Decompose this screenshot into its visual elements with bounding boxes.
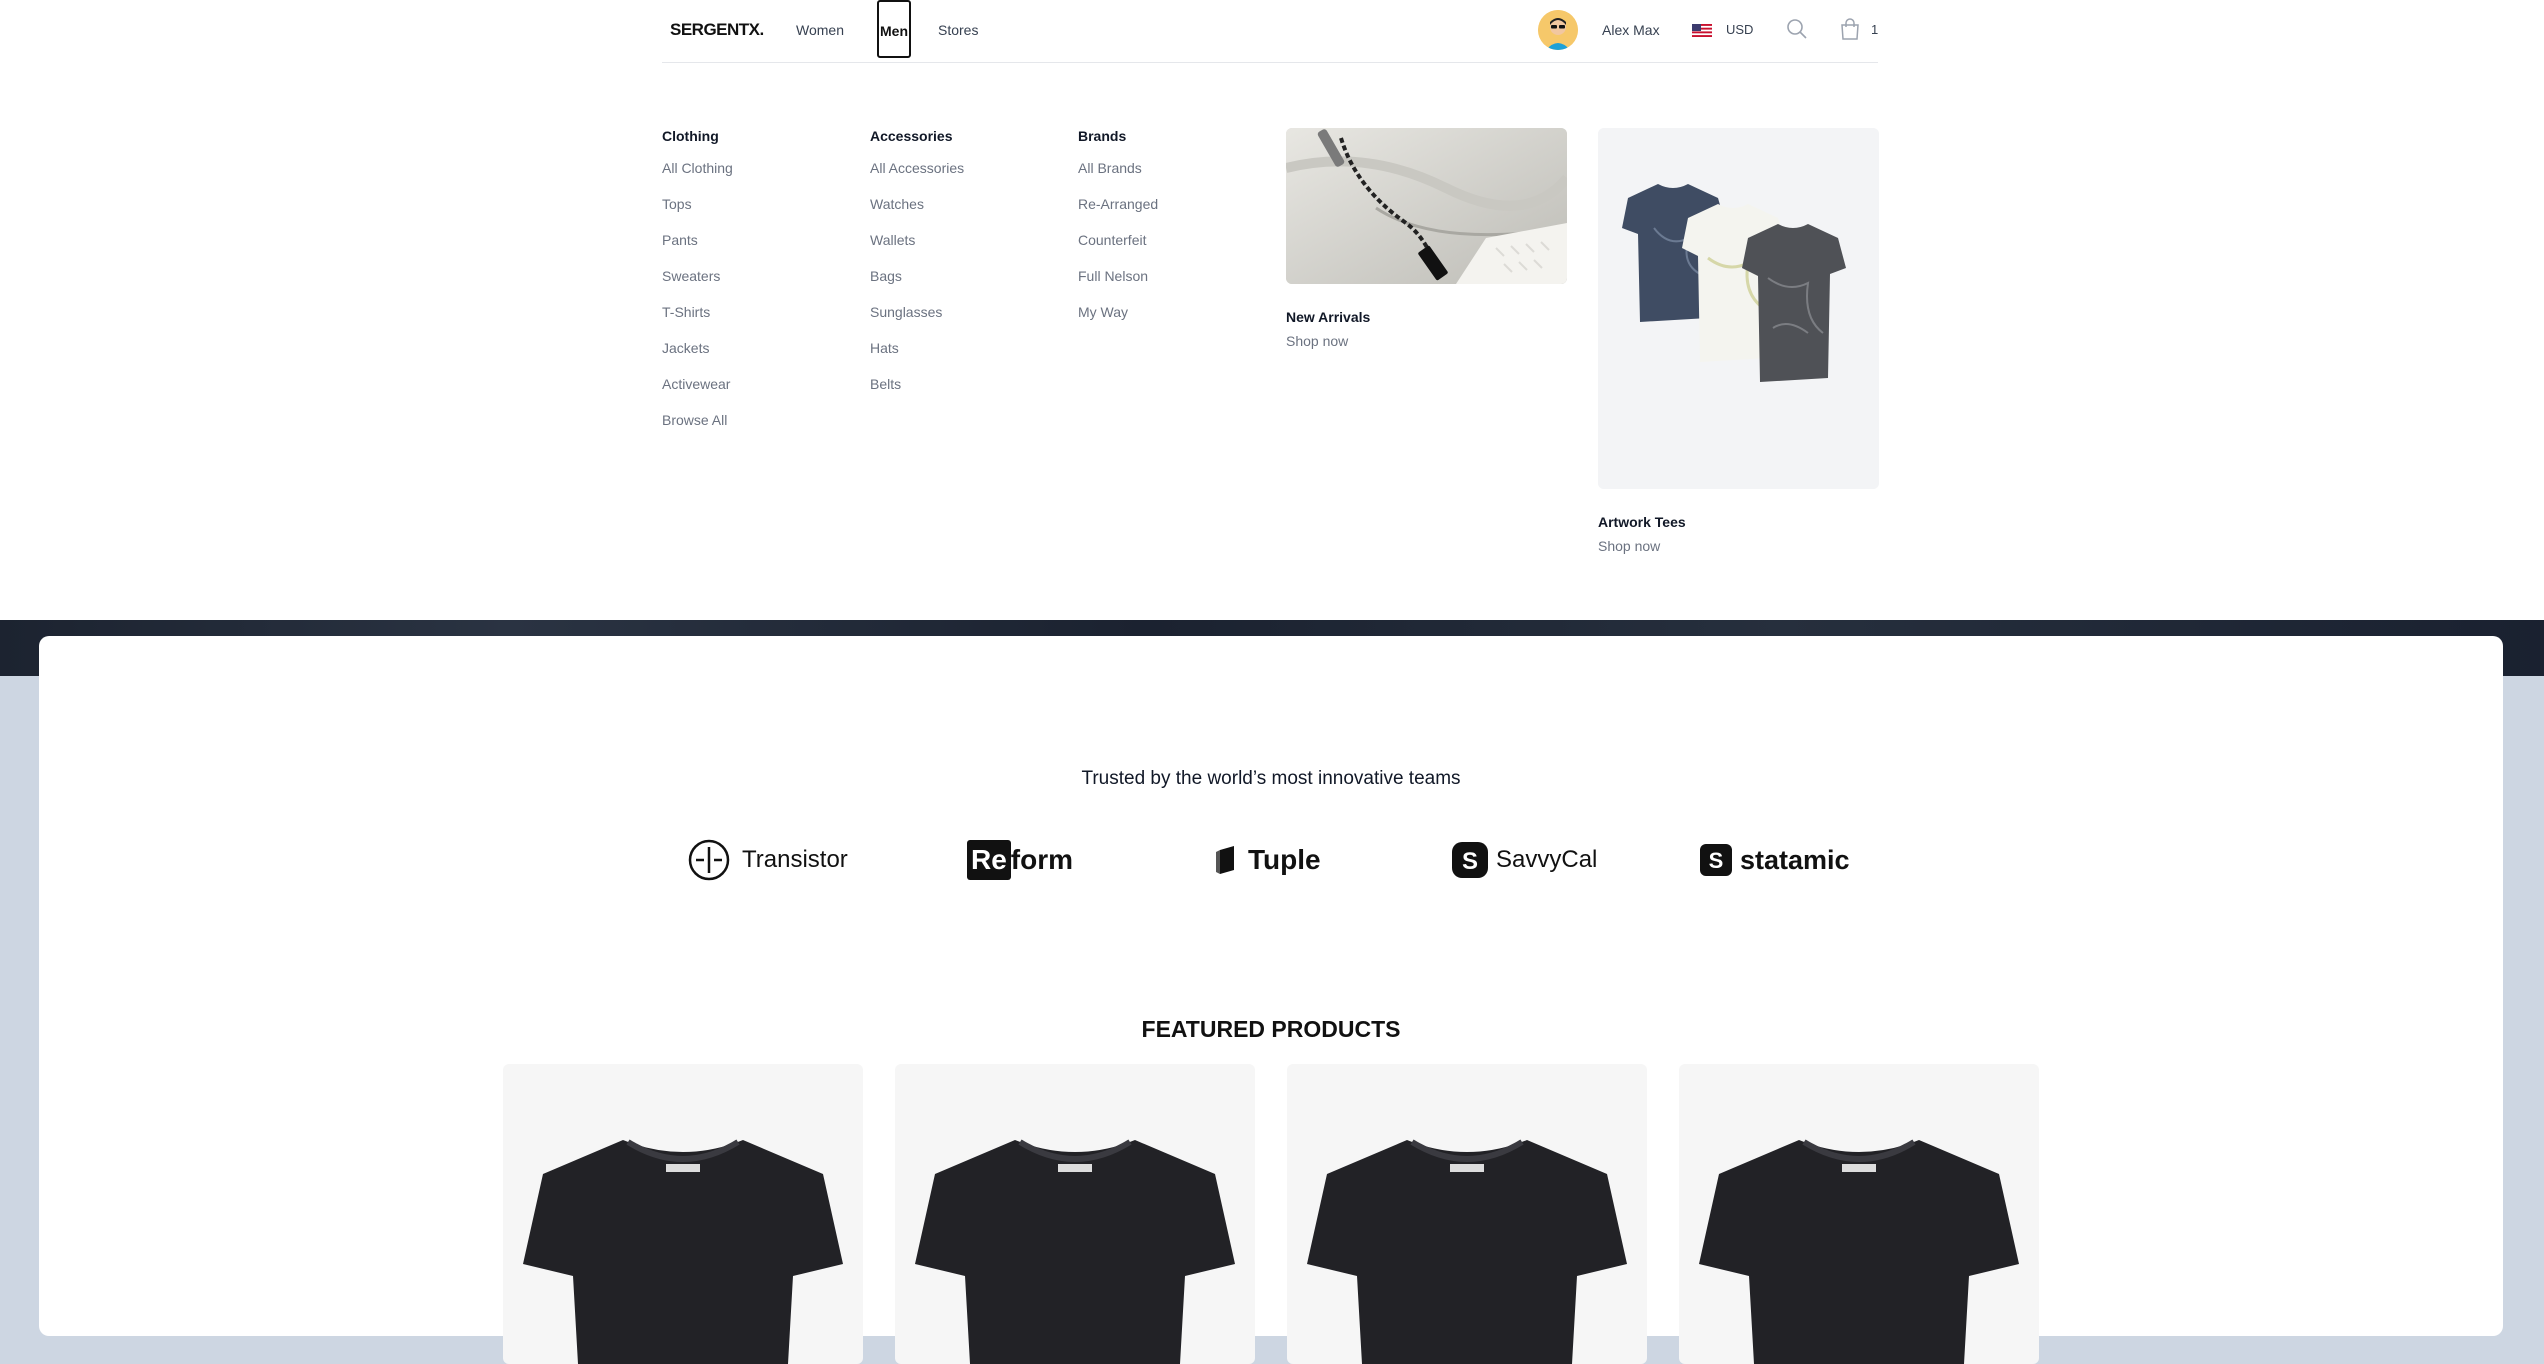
nav-stores[interactable]: Stores	[938, 22, 978, 38]
menu-item-wallets[interactable]: Wallets	[870, 231, 964, 267]
user-name[interactable]: Alex Max	[1602, 22, 1660, 38]
logo-text-transistor: Transistor	[742, 846, 848, 873]
menu-heading-clothing: Clothing	[662, 128, 719, 144]
product-card[interactable]	[503, 1064, 863, 1364]
new-arrivals-image[interactable]	[1286, 128, 1567, 284]
black-tshirt-image	[915, 1139, 1235, 1364]
top-nav: SERGENTX. Women Men Stores Alex Max USD	[662, 0, 1878, 63]
menu-column-accessories: Accessories All Accessories Watches Wall…	[870, 128, 964, 411]
artwork-tees-image[interactable]	[1598, 128, 1879, 489]
us-flag-icon	[1692, 24, 1712, 37]
menu-item-all-clothing[interactable]: All Clothing	[662, 159, 733, 195]
promo-link-artwork-tees[interactable]: Shop now	[1598, 538, 1660, 554]
menu-item-my-way[interactable]: My Way	[1078, 303, 1158, 339]
promo-title-new-arrivals[interactable]: New Arrivals	[1286, 309, 1370, 325]
menu-item-browse-all[interactable]: Browse All	[662, 411, 733, 447]
product-card[interactable]	[1287, 1064, 1647, 1364]
menu-item-hats[interactable]: Hats	[870, 339, 964, 375]
drawstring-bag-image	[1286, 128, 1567, 284]
logo-transistor: Transistor	[688, 838, 848, 882]
menu-item-t-shirts[interactable]: T-Shirts	[662, 303, 733, 339]
logo-statamic: S statamic	[1700, 838, 1850, 882]
menu-column-clothing: Clothing All Clothing Tops Pants Sweater…	[662, 128, 733, 447]
menu-item-pants[interactable]: Pants	[662, 231, 733, 267]
menu-item-sweaters[interactable]: Sweaters	[662, 267, 733, 303]
menu-item-jackets[interactable]: Jackets	[662, 339, 733, 375]
promo-title-artwork-tees[interactable]: Artwork Tees	[1598, 514, 1686, 530]
menu-item-belts[interactable]: Belts	[870, 375, 964, 411]
logo-text-savvycal: SavvyCal	[1496, 846, 1598, 873]
product-card[interactable]	[1679, 1064, 2039, 1364]
menu-item-bags[interactable]: Bags	[870, 267, 964, 303]
menu-column-brands: Brands All Brands Re-Arranged Counterfei…	[1078, 128, 1158, 339]
nav-women[interactable]: Women	[796, 22, 844, 38]
menu-item-activewear[interactable]: Activewear	[662, 375, 733, 411]
menu-heading-accessories: Accessories	[870, 128, 953, 144]
logo-savvycal: S SavvyCal	[1452, 838, 1597, 882]
logo-text-tuple: Tuple	[1248, 844, 1321, 875]
menu-heading-brands: Brands	[1078, 128, 1127, 144]
tshirts-image	[1598, 128, 1879, 489]
menu-item-counterfeit[interactable]: Counterfeit	[1078, 231, 1158, 267]
tuple-icon	[1216, 846, 1234, 874]
black-tshirt-image	[1307, 1139, 1627, 1364]
promo-link-new-arrivals[interactable]: Shop now	[1286, 333, 1348, 349]
menu-item-watches[interactable]: Watches	[870, 195, 964, 231]
svg-text:S: S	[1709, 848, 1724, 873]
svg-text:S: S	[1462, 848, 1478, 875]
nav-men[interactable]: Men	[877, 0, 911, 58]
savvycal-icon: S	[1452, 842, 1488, 878]
menu-item-re-arranged[interactable]: Re-Arranged	[1078, 195, 1158, 231]
shopping-bag-icon[interactable]	[1840, 18, 1860, 40]
avatar-icon	[1538, 10, 1578, 50]
reform-icon: Re	[967, 840, 1011, 880]
menu-item-all-brands[interactable]: All Brands	[1078, 159, 1158, 195]
search-icon[interactable]	[1786, 18, 1808, 40]
menu-item-all-accessories[interactable]: All Accessories	[870, 159, 964, 195]
black-tshirt-image	[1699, 1139, 2019, 1364]
logo-text-reform: form	[1010, 844, 1074, 875]
logo-text-statamic: statamic	[1740, 844, 1850, 875]
statamic-icon: S	[1700, 844, 1732, 876]
trusted-heading: Trusted by the world’s most innovative t…	[1081, 768, 1461, 789]
user-avatar[interactable]	[1538, 10, 1578, 50]
featured-products-heading: FEATURED PRODUCTS	[1141, 1016, 1401, 1042]
main-content: Trusted by the world’s most innovative t…	[39, 636, 2503, 1364]
menu-item-full-nelson[interactable]: Full Nelson	[1078, 267, 1158, 303]
black-tshirt-image	[523, 1139, 843, 1364]
menu-item-tops[interactable]: Tops	[662, 195, 733, 231]
logo-tuple: Tuple	[1216, 838, 1321, 882]
logo-reform: Re form	[967, 838, 1073, 882]
transistor-icon	[688, 839, 730, 881]
brand-logo[interactable]: SERGENTX.	[670, 20, 764, 40]
currency-selector[interactable]: USD	[1726, 22, 1753, 37]
menu-item-sunglasses[interactable]: Sunglasses	[870, 303, 964, 339]
cart-count: 1	[1871, 22, 1879, 37]
mega-menu-panel: SERGENTX. Women Men Stores Alex Max USD	[0, 0, 2544, 620]
product-card[interactable]	[895, 1064, 1255, 1364]
